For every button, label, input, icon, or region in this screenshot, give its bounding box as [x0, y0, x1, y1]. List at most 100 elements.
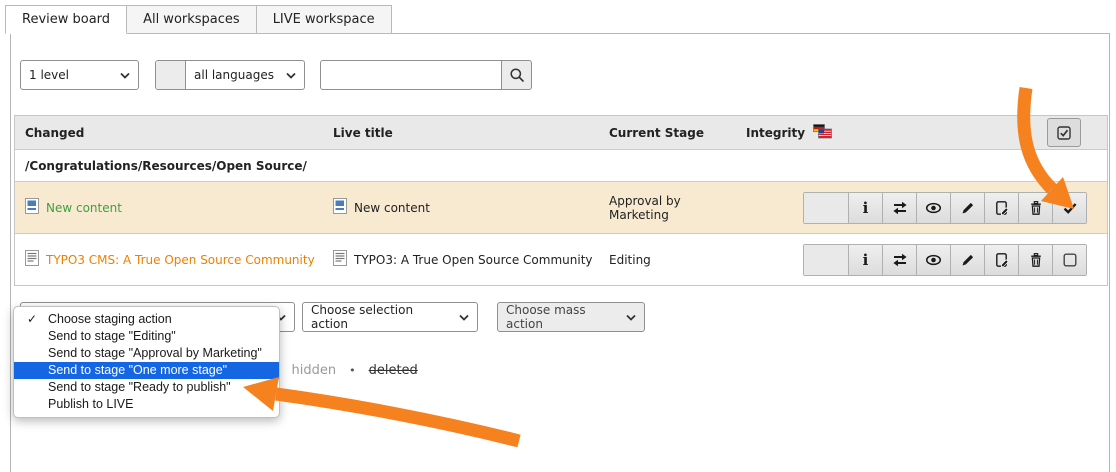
select-all-icon — [1056, 125, 1072, 141]
chevron-down-icon — [120, 72, 130, 79]
mass-action-select[interactable]: Choose mass action — [497, 302, 645, 332]
edit-page-button[interactable] — [984, 193, 1018, 223]
current-stage-cell: Editing — [599, 253, 736, 267]
info-button[interactable]: i — [848, 245, 882, 275]
table-header-row: Changed Live title Current Stage Integri… — [15, 116, 1107, 149]
menu-item-label: Send to stage "Ready to publish" — [48, 380, 231, 394]
language-filter-box — [156, 61, 186, 89]
changed-title-link[interactable]: TYPO3 CMS: A True Open Source Community — [46, 253, 315, 267]
menu-item-label: Publish to LIVE — [48, 397, 133, 411]
delete-icon — [1028, 200, 1044, 216]
selection-action-select[interactable]: Choose selection action — [302, 302, 478, 332]
delete-icon — [1028, 252, 1044, 268]
menu-item-label: Choose staging action — [48, 312, 172, 326]
content-element-icon — [25, 198, 39, 217]
delete-button[interactable] — [1018, 193, 1052, 223]
checkbox-empty-icon — [1062, 252, 1078, 268]
staging-action-menu: ✓ Choose staging action Send to stage "E… — [13, 306, 280, 418]
menu-item-label: Send to stage "Editing" — [48, 329, 176, 343]
send-to-stage-button[interactable] — [882, 193, 916, 223]
menu-item-publish-to-live[interactable]: Publish to LIVE — [14, 396, 279, 413]
mass-select-value: Choose mass action — [506, 303, 616, 331]
live-title-text: TYPO3: A True Open Source Community — [354, 253, 593, 267]
menu-item-choose-staging-action[interactable]: ✓ Choose staging action — [14, 311, 279, 328]
info-icon: i — [863, 201, 869, 216]
filter-toolbar: 1 level all languages — [11, 60, 1109, 90]
info-button[interactable]: i — [848, 193, 882, 223]
live-title-cell: TYPO3: A True Open Source Community — [323, 250, 599, 269]
row-select-checkbox-unchecked[interactable] — [1052, 245, 1086, 275]
content-element-icon — [333, 198, 347, 217]
language-select[interactable]: all languages — [186, 61, 304, 89]
workspace-table: Changed Live title Current Stage Integri… — [14, 115, 1108, 286]
preview-icon — [925, 200, 942, 216]
legend: • hidden • deleted — [272, 363, 418, 378]
search-input[interactable] — [320, 60, 501, 90]
action-spacer — [804, 245, 848, 275]
select-all-button[interactable] — [1047, 118, 1081, 147]
depth-select-value: 1 level — [29, 68, 69, 82]
language-select-value: all languages — [194, 68, 274, 82]
column-header-current-stage: Current Stage — [599, 126, 736, 140]
text-element-icon — [25, 250, 39, 269]
live-title-cell: New content — [323, 198, 599, 217]
row-action-buttons: i — [803, 244, 1087, 276]
text-element-icon — [333, 250, 347, 269]
integrity-label: Integrity — [746, 126, 805, 140]
edit-icon — [960, 200, 976, 216]
tab-live-workspace[interactable]: LIVE workspace — [257, 5, 392, 34]
live-title-text: New content — [354, 201, 430, 215]
table-row: New content New content Approval by Mark… — [15, 181, 1107, 233]
tab-review-board[interactable]: Review board — [5, 5, 127, 34]
delete-button[interactable] — [1018, 245, 1052, 275]
edit-icon — [960, 252, 976, 268]
checkmark-icon — [1062, 200, 1078, 216]
preview-button[interactable] — [916, 193, 950, 223]
module-tabs: Review board All workspaces LIVE workspa… — [5, 5, 392, 34]
menu-item-send-ready-to-publish[interactable]: Send to stage "Ready to publish" — [14, 379, 279, 396]
flags-icon — [813, 124, 832, 142]
column-header-integrity: Integrity — [736, 124, 1041, 142]
edit-page-icon — [994, 252, 1010, 268]
preview-button[interactable] — [916, 245, 950, 275]
current-stage-cell: Approval by Marketing — [599, 194, 736, 222]
send-to-stage-button[interactable] — [882, 245, 916, 275]
chevron-down-icon — [286, 68, 296, 82]
menu-item-label: Send to stage "One more stage" — [48, 363, 227, 377]
changed-title-link[interactable]: New content — [46, 201, 122, 215]
legend-bullet: • — [349, 364, 356, 377]
tab-all-workspaces[interactable]: All workspaces — [127, 5, 257, 34]
changed-cell: TYPO3 CMS: A True Open Source Community — [15, 250, 323, 269]
edit-page-icon — [994, 200, 1010, 216]
legend-deleted: deleted — [369, 363, 418, 378]
selection-select-value: Choose selection action — [311, 303, 449, 331]
checkmark-icon: ✓ — [27, 311, 37, 328]
page-path-row: /Congratulations/Resources/Open Source/ — [15, 149, 1107, 181]
search-button[interactable] — [501, 60, 532, 90]
row-select-checkbox-checked[interactable] — [1052, 193, 1086, 223]
row-action-buttons: i — [803, 192, 1087, 224]
table-row: TYPO3 CMS: A True Open Source Community … — [15, 233, 1107, 285]
changed-cell: New content — [15, 198, 323, 217]
page-path: /Congratulations/Resources/Open Source/ — [25, 159, 307, 173]
chevron-down-icon — [459, 314, 469, 321]
preview-icon — [925, 252, 942, 268]
send-to-stage-icon — [892, 252, 908, 268]
menu-item-send-one-more-stage[interactable]: Send to stage "One more stage" — [14, 362, 279, 379]
depth-select[interactable]: 1 level — [20, 60, 139, 90]
column-header-live-title: Live title — [323, 126, 599, 140]
us-flag — [819, 129, 832, 138]
legend-hidden: hidden — [292, 363, 337, 378]
search-icon — [509, 67, 525, 83]
send-to-stage-icon — [892, 200, 908, 216]
edit-button[interactable] — [950, 193, 984, 223]
menu-item-send-approval-marketing[interactable]: Send to stage "Approval by Marketing" — [14, 345, 279, 362]
column-header-changed: Changed — [15, 126, 323, 140]
edit-button[interactable] — [950, 245, 984, 275]
language-filter: all languages — [155, 60, 305, 90]
info-icon: i — [863, 253, 869, 268]
menu-item-send-editing[interactable]: Send to stage "Editing" — [14, 328, 279, 345]
edit-page-button[interactable] — [984, 245, 1018, 275]
menu-item-label: Send to stage "Approval by Marketing" — [48, 346, 262, 360]
chevron-down-icon — [626, 314, 636, 321]
